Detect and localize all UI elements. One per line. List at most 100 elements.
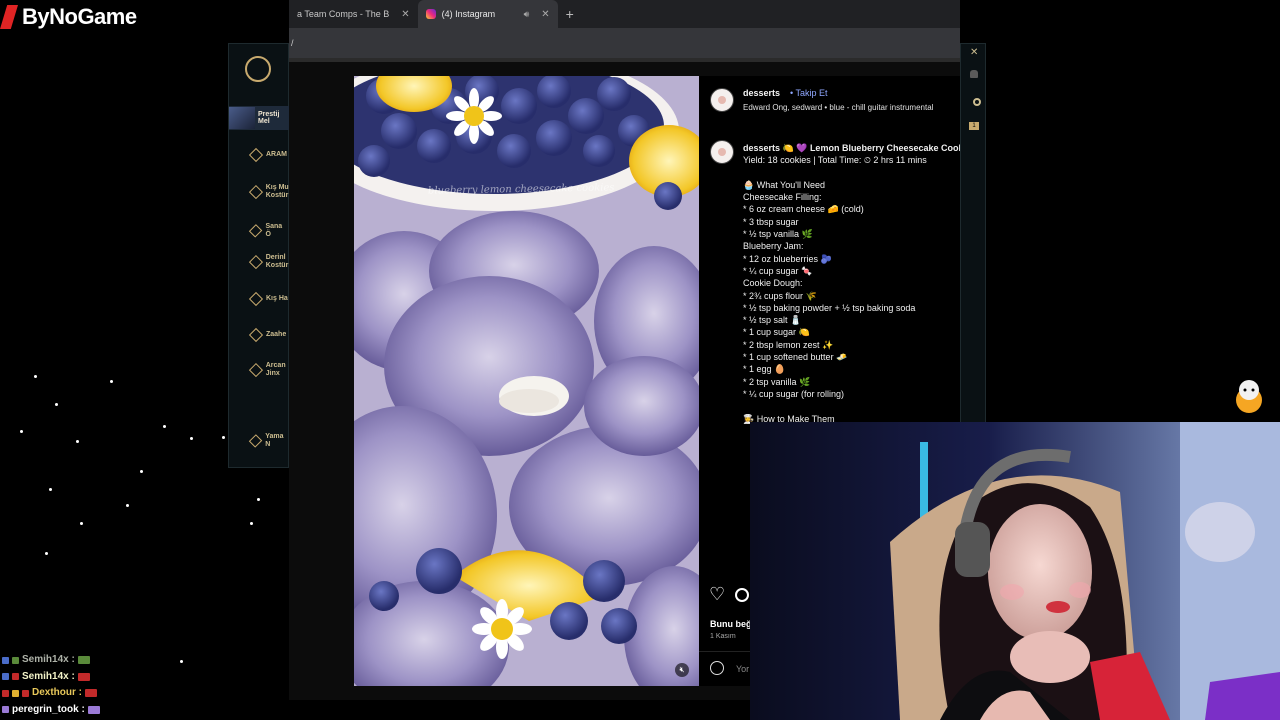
star-dot <box>55 403 58 406</box>
nav-item-aram[interactable]: ARAM <box>248 147 287 163</box>
chat-message: Semih14x : <box>2 669 100 686</box>
caption-line: Cookie Dough: <box>743 278 803 289</box>
nav-item-for-you[interactable]: Sana Ö <box>248 223 288 238</box>
post-actions <box>709 584 749 605</box>
audio-playing-icon[interactable]: 🔊︎ <box>524 9 530 20</box>
close-tab-icon[interactable]: ✕ <box>541 9 549 20</box>
caption-line <box>743 400 960 412</box>
star-dot <box>163 425 166 428</box>
post-date: 1 Kasım <box>710 633 736 640</box>
chat-emote-icon <box>85 689 97 698</box>
game-logo-icon[interactable] <box>245 56 271 82</box>
caption-line: * 6 oz cream cheese 🧀 (cold) <box>743 204 864 215</box>
tab-label: (4) Instagram <box>441 9 496 19</box>
game-client-topbar: ✕ 1 <box>960 43 986 423</box>
star-dot <box>45 552 48 555</box>
caption-line: * 2 tbsp lemon zest ✨ <box>743 339 834 350</box>
star-dot <box>76 440 79 443</box>
search-icon[interactable] <box>973 98 981 106</box>
tab-label: a Team Comps - The B <box>297 9 390 19</box>
comment-icon[interactable] <box>735 588 749 602</box>
address-bar[interactable]: / <box>289 28 960 58</box>
cookies-photo <box>354 76 699 686</box>
caption-title: desserts 🍋 💜 Lemon Blueberry Cheesecake … <box>743 143 960 153</box>
channel-logo-text: ByNoGame <box>22 4 137 29</box>
chat-badge-icon <box>2 656 9 664</box>
mode-icon <box>248 223 263 238</box>
game-client-sidebar: Prestij Mel ARAM Kış Mu Kostür Sana Ö De… <box>228 43 289 468</box>
instagram-favicon-icon <box>425 9 436 19</box>
nav-item-winter-event[interactable]: Kış Ha <box>248 291 288 307</box>
chat-badge-icon <box>12 656 19 664</box>
star-dot <box>49 488 52 491</box>
tab-instagram[interactable]: (4) Instagram 🔊︎ ✕ <box>417 0 558 28</box>
caption-line: * 12 oz blueberries 🫐 <box>743 253 832 264</box>
caption-line: Yield: 18 cookies | Total Time: ⏲ 2 hrs … <box>743 155 927 166</box>
author-avatar[interactable] <box>710 88 734 112</box>
client-close-icon[interactable]: ✕ <box>970 47 978 58</box>
prestige-avatar <box>229 107 255 129</box>
star-dot <box>250 522 253 525</box>
star-dot <box>222 436 225 439</box>
mode-icon <box>248 362 263 377</box>
star-dot <box>110 380 113 383</box>
chat-badge-icon <box>12 689 19 697</box>
mode-icon <box>248 254 263 269</box>
chat-emote-icon <box>77 672 90 681</box>
star-dot <box>20 430 23 433</box>
mode-icon <box>248 147 264 163</box>
currency-badge: 1 <box>969 122 979 130</box>
new-tab-button[interactable]: + <box>566 6 574 22</box>
caption-line: 🧁 What You'll Need <box>743 179 825 190</box>
sound-toggle-icon[interactable]: 🔇︎ <box>675 663 689 677</box>
author-username[interactable]: desserts <box>743 88 780 98</box>
close-tab-icon[interactable]: ✕ <box>401 9 409 20</box>
likes-text[interactable]: Bunu beğ <box>710 619 752 629</box>
like-heart-icon[interactable] <box>709 584 725 605</box>
caption-line: * ½ tsp baking powder + ½ tsp baking sod… <box>743 302 916 313</box>
caption-author-avatar[interactable] <box>710 140 734 164</box>
star-dot <box>140 470 143 473</box>
star-dot <box>126 504 129 507</box>
channel-logo: ByNoGame <box>0 2 137 32</box>
emoji-picker-icon[interactable] <box>710 661 724 675</box>
chat-badge-icon <box>12 673 19 681</box>
chat-username[interactable]: Semih14x : <box>22 652 75 669</box>
nav-item-patch-notes[interactable]: Yama N <box>248 433 288 448</box>
stream-frame: ByNoGame Prestij Mel ARAM Kış Mu Kostür … <box>0 0 1280 720</box>
follow-label: Takip Et <box>795 88 828 98</box>
comment-input[interactable]: Yor <box>736 664 749 674</box>
star-dot <box>257 498 260 501</box>
chat-message: peregrin_took : <box>2 702 100 719</box>
nav-item-zaahen[interactable]: Zaahe <box>248 327 286 343</box>
nav-item-winter[interactable]: Kış Mu Kostür <box>248 184 289 199</box>
stream-chat: Semih14x : Semih14x : Dexthour : peregrin_t… <box>2 652 100 718</box>
nav-label: Derinl Kostür <box>265 254 289 269</box>
streamer-camera-image <box>750 422 1280 720</box>
nav-item-deep[interactable]: Derinl Kostür <box>248 254 289 269</box>
chat-username[interactable]: peregrin_took : <box>12 702 85 719</box>
caption-line: * ½ tsp vanilla 🌿 <box>743 229 813 240</box>
chat-username[interactable]: Semih14x : <box>22 669 75 686</box>
caption-line: Blueberry Jam: <box>743 241 804 252</box>
chat-username[interactable]: Dexthour : <box>32 685 82 702</box>
star-dot <box>190 437 193 440</box>
caption-line: * 2 tsp vanilla 🌿 <box>743 376 811 387</box>
caption-line <box>743 167 960 179</box>
nav-label: Kış Ha <box>266 295 288 303</box>
star-dot <box>180 660 183 663</box>
chat-badge-icon <box>2 673 9 681</box>
address-text: / <box>291 38 294 48</box>
nav-label: Yama N <box>265 433 284 448</box>
prestige-banner[interactable]: Prestij Mel <box>229 106 289 130</box>
follow-button[interactable]: • Takip Et <box>790 88 828 98</box>
webcam-feed <box>750 422 1280 720</box>
tab-team-comps[interactable]: a Team Comps - The B ✕ <box>289 0 418 28</box>
post-video[interactable]: blueberry lemon cheesecake cookies <box>354 76 699 686</box>
caption-line: Cheesecake Filling: <box>743 192 822 203</box>
nav-label: Sana Ö <box>265 223 283 238</box>
audio-attribution[interactable]: Edward Ong, sedward • blue - chill guita… <box>743 103 933 112</box>
prestige-label: Prestij Mel <box>258 111 280 125</box>
notification-bell-icon[interactable] <box>970 70 978 78</box>
nav-item-arcane-jinx[interactable]: Arcan Jinx <box>248 362 289 377</box>
